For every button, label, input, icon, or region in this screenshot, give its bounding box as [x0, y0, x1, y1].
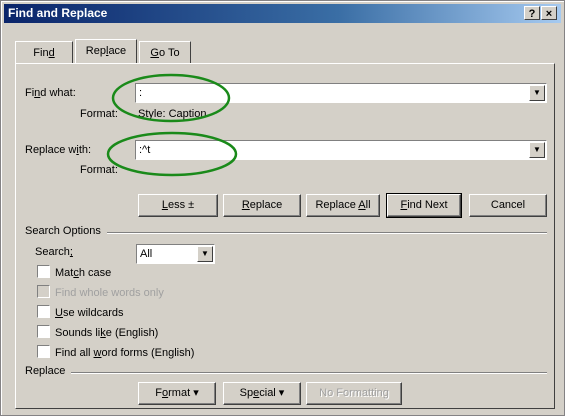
tab-find[interactable]: Find: [15, 41, 73, 63]
replace-section-header: Replace: [25, 365, 66, 377]
help-button[interactable]: ?: [524, 6, 540, 20]
tab-replace[interactable]: Replace: [75, 39, 137, 63]
replace-button[interactable]: Replace: [223, 194, 301, 217]
use-wildcards-checkbox[interactable]: Use wildcards: [37, 305, 123, 319]
less-button[interactable]: Less ±: [138, 194, 218, 217]
close-button[interactable]: ×: [541, 6, 557, 20]
replace-all-button[interactable]: Replace All: [306, 194, 380, 217]
replace-with-label: Replace with:: [25, 144, 92, 156]
window-title: Find and Replace: [8, 6, 108, 20]
find-what-dropdown-arrow-icon[interactable]: ▼: [529, 85, 545, 101]
find-format-label: Format:: [80, 108, 118, 120]
replace-format-label: Format:: [80, 164, 118, 176]
checkbox-box[interactable]: [37, 265, 50, 278]
checkbox-box[interactable]: [37, 345, 50, 358]
search-options-divider: [107, 232, 547, 234]
replace-with-value: :^t: [139, 144, 151, 156]
tab-go-to[interactable]: Go To: [139, 41, 191, 63]
match-case-checkbox[interactable]: Match case: [37, 265, 111, 279]
cancel-button[interactable]: Cancel: [469, 194, 547, 217]
no-formatting-button: No Formatting: [306, 382, 402, 405]
find-format-value: Style: Caption: [138, 108, 207, 120]
find-whole-words-checkbox: Find whole words only: [37, 285, 164, 299]
format-button[interactable]: Format ▾: [138, 382, 216, 405]
search-options-header: Search Options: [25, 225, 101, 237]
find-what-value: :: [139, 87, 143, 99]
checkbox-box[interactable]: [37, 325, 50, 338]
search-direction-select[interactable]: All ▼: [136, 244, 215, 264]
find-what-label: Find what:: [25, 87, 76, 99]
find-replace-dialog: Find and Replace ? × Find Replace Go To …: [0, 0, 565, 416]
special-button[interactable]: Special ▾: [223, 382, 301, 405]
checkbox-box[interactable]: [37, 305, 50, 318]
search-direction-arrow-icon[interactable]: ▼: [197, 246, 213, 262]
search-direction-label: Search;: [35, 246, 73, 258]
replace-section-divider: [71, 372, 547, 374]
title-bar: Find and Replace ? ×: [4, 4, 561, 23]
search-direction-value: All: [140, 248, 153, 260]
replace-with-input[interactable]: :^t ▼: [135, 140, 547, 160]
checkbox-box: [37, 285, 50, 298]
find-all-word-forms-checkbox[interactable]: Find all word forms (English): [37, 345, 194, 359]
find-next-button[interactable]: Find Next: [386, 193, 462, 218]
replace-with-dropdown-arrow-icon[interactable]: ▼: [529, 142, 545, 158]
find-what-input[interactable]: : ▼: [135, 83, 547, 103]
sounds-like-checkbox[interactable]: Sounds like (English): [37, 325, 158, 339]
